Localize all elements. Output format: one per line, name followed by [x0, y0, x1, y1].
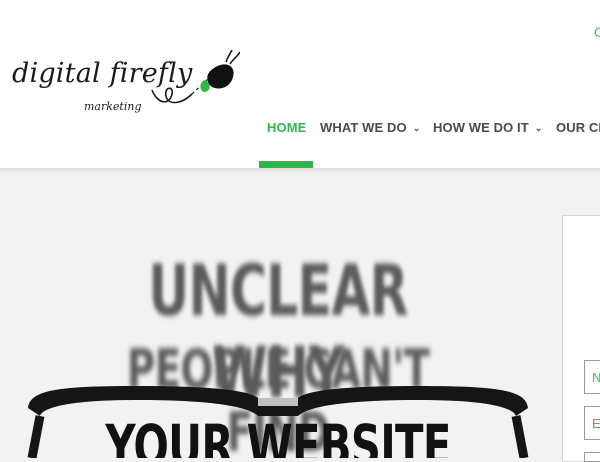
- active-nav-indicator: [259, 161, 313, 168]
- hero-image: UNCLEAR WHY PEOPLE CAN'T FIND YOUR WEBSI…: [18, 240, 538, 458]
- nav-item-label: HOME: [267, 120, 307, 135]
- nav-item-our-clients[interactable]: OUR CL: [556, 120, 600, 135]
- brand-logo[interactable]: digital firefly marketing: [8, 50, 240, 126]
- nav-item-how-we-do-it[interactable]: HOW WE DO IT ⌄: [433, 120, 542, 135]
- logo-tagline: marketing: [84, 100, 142, 113]
- site-header: C digital firefly marketing HOME WHAT WE…: [0, 0, 600, 169]
- email-field[interactable]: E: [584, 406, 600, 440]
- name-field[interactable]: N: [584, 360, 600, 394]
- eyeglasses-icon: [27, 386, 529, 458]
- nav-item-label: OUR CL: [556, 120, 600, 135]
- nav-item-label: WHAT WE DO: [320, 120, 407, 135]
- top-contact-link[interactable]: C: [594, 24, 600, 40]
- nav-item-what-we-do[interactable]: WHAT WE DO ⌄: [320, 120, 420, 135]
- nav-item-home[interactable]: HOME: [267, 120, 306, 135]
- form-field[interactable]: [584, 452, 600, 462]
- chevron-down-icon: ⌄: [534, 123, 543, 133]
- firefly-icon: [151, 50, 240, 104]
- chevron-down-icon: ⌄: [412, 123, 421, 133]
- nav-item-label: HOW WE DO IT: [433, 120, 529, 135]
